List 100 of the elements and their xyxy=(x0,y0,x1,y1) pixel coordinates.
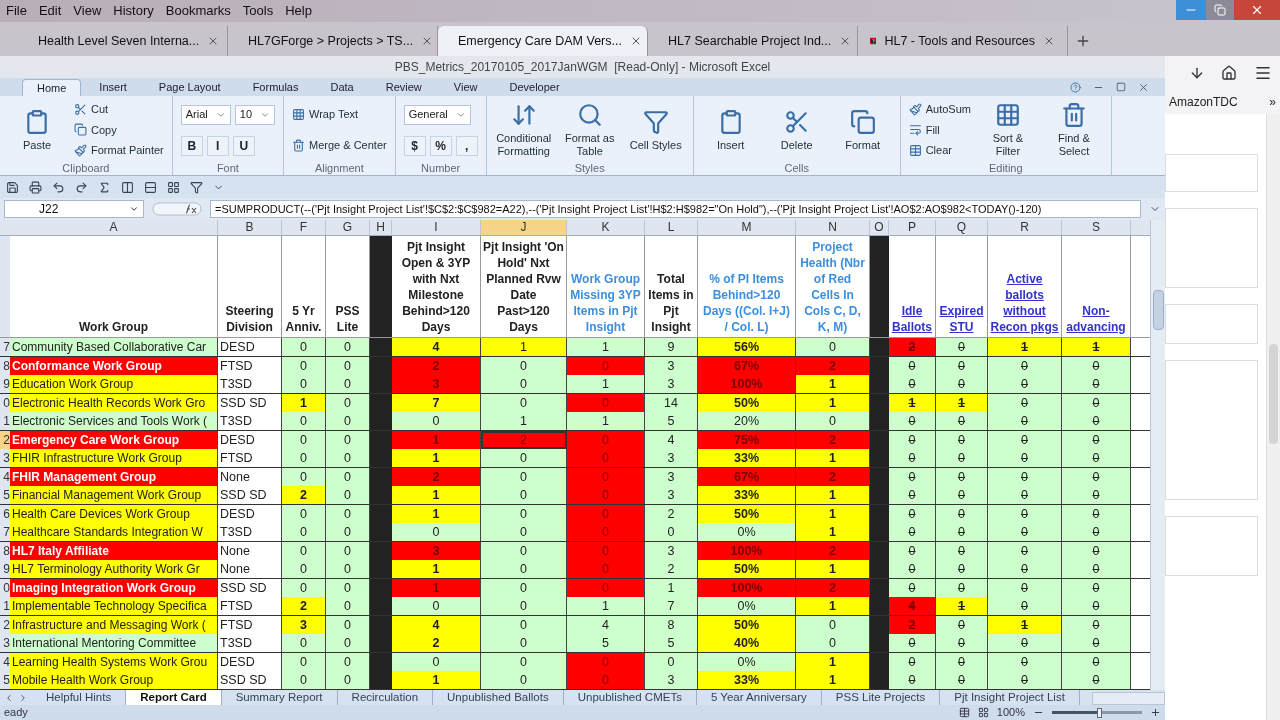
table-cell[interactable] xyxy=(370,375,392,393)
table-cell[interactable]: 0 xyxy=(282,375,326,393)
menu-item[interactable]: History xyxy=(107,1,160,21)
row-header[interactable]: 2 xyxy=(0,430,10,449)
ribbon-button[interactable]: Fill xyxy=(908,121,940,139)
table-cell[interactable]: 0 xyxy=(282,338,326,356)
function-icon[interactable] xyxy=(152,201,202,217)
currency-style-button[interactable]: % xyxy=(429,135,452,156)
bookmark[interactable]: » xyxy=(1269,93,1276,111)
table-cell[interactable]: 0 xyxy=(481,634,567,652)
dropdown-field[interactable]: 10 xyxy=(234,104,275,125)
currency-style-button[interactable]: $ xyxy=(403,135,426,156)
text-area[interactable] xyxy=(1165,154,1258,192)
minimize-button[interactable] xyxy=(1176,0,1206,20)
table-cell[interactable]: T3SD xyxy=(218,523,282,541)
table-cell[interactable]: 5 xyxy=(645,412,698,430)
table-cell[interactable]: 0 xyxy=(326,412,370,430)
text-area[interactable] xyxy=(1165,360,1258,500)
table-cell[interactable]: 0 xyxy=(326,486,370,504)
undo-icon[interactable] xyxy=(52,180,65,194)
printer-icon[interactable] xyxy=(29,180,42,194)
table-cell[interactable]: Mobile Health Work Group xyxy=(10,671,218,689)
table-cell[interactable]: 0 xyxy=(282,523,326,541)
table-cell[interactable]: HL7 Terminology Authority Work Gr xyxy=(10,560,218,578)
sum-icon[interactable] xyxy=(98,180,111,194)
column-letter[interactable]: Q xyxy=(936,220,988,235)
ribbon-tab[interactable]: View xyxy=(439,79,492,96)
ribbon-button[interactable]: Merge & Center xyxy=(292,136,387,155)
table-cell[interactable] xyxy=(370,486,392,504)
table-cell[interactable] xyxy=(870,449,889,467)
ribbon-button[interactable]: Format Painter xyxy=(74,141,164,160)
ribbon-tab[interactable]: Insert xyxy=(85,79,141,96)
ribbon-button[interactable]: Sort & Filter xyxy=(978,102,1037,158)
menu-item[interactable]: Bookmarks xyxy=(159,1,237,21)
table-cell[interactable]: 0 xyxy=(988,523,1062,541)
table-cell[interactable]: 0 xyxy=(988,671,1062,689)
table-cell[interactable]: 2 xyxy=(392,634,481,652)
table-cell[interactable]: 0 xyxy=(1062,375,1131,393)
column-letter[interactable]: N xyxy=(796,220,870,235)
grid-icon[interactable] xyxy=(167,180,180,194)
table-cell[interactable] xyxy=(370,560,392,578)
table-cell[interactable]: 5 xyxy=(567,634,645,652)
table-cell[interactable]: Electronic Services and Tools Work ( xyxy=(10,412,218,430)
vertical-scrollbar[interactable] xyxy=(1150,220,1165,690)
table-cell[interactable]: 0 xyxy=(936,412,988,430)
ribbon-button[interactable]: Clear xyxy=(908,141,952,160)
table-cell[interactable]: 1 xyxy=(481,412,567,430)
table-cell[interactable] xyxy=(870,671,889,689)
bookmark[interactable]: AmazonTDC xyxy=(1169,93,1238,111)
table-cell[interactable]: DESD xyxy=(218,338,282,356)
layout-view-icon[interactable] xyxy=(977,707,989,718)
text-area[interactable] xyxy=(1165,208,1258,288)
column-letter[interactable]: G xyxy=(326,220,370,235)
table-cell[interactable]: Education Work Group xyxy=(10,375,218,393)
filter-icon[interactable] xyxy=(190,180,203,194)
table-cell[interactable] xyxy=(370,338,392,356)
table-cell[interactable] xyxy=(1131,634,1150,652)
table-cell[interactable] xyxy=(1131,671,1150,689)
table-cell[interactable]: 1 xyxy=(796,449,870,467)
table-cell[interactable]: 1 xyxy=(796,375,870,393)
table-cell[interactable]: 0% xyxy=(698,597,796,615)
dropdown-field[interactable]: Arial xyxy=(180,104,231,125)
table-cell[interactable]: 0 xyxy=(889,560,936,578)
vertical-scrollbar[interactable] xyxy=(1266,114,1280,720)
table-cell[interactable]: 0 xyxy=(936,375,988,393)
ribbon-button[interactable]: Cell Styles xyxy=(626,108,685,152)
ribbon-button[interactable]: Format as Table xyxy=(560,102,619,158)
table-cell[interactable]: 0 xyxy=(1062,412,1131,430)
table-cell[interactable]: 0 xyxy=(392,597,481,615)
table-cell[interactable]: 0 xyxy=(326,671,370,689)
menu-icon[interactable] xyxy=(1253,64,1272,82)
restore-button[interactable] xyxy=(1206,0,1234,20)
table-cell[interactable] xyxy=(1131,412,1150,430)
table-cell[interactable]: 2 xyxy=(282,486,326,504)
table-cell[interactable]: 0 xyxy=(889,486,936,504)
close-button[interactable] xyxy=(1234,0,1280,20)
ribbon-tab[interactable]: Formulas xyxy=(238,79,313,96)
ribbon-button[interactable]: Paste xyxy=(8,108,66,152)
zoom-in-icon[interactable] xyxy=(1150,707,1161,718)
table-cell[interactable]: Implementable Technology Specifica xyxy=(10,597,218,615)
column-letter[interactable]: J xyxy=(481,220,567,235)
normal-view-icon[interactable] xyxy=(958,707,970,718)
table-cell[interactable]: 0 xyxy=(282,560,326,578)
close-icon[interactable] xyxy=(1043,35,1055,47)
table-cell[interactable]: 0 xyxy=(481,560,567,578)
name-box[interactable]: J22 xyxy=(4,200,144,218)
table-cell[interactable] xyxy=(1131,523,1150,541)
table-cell[interactable]: 9 xyxy=(645,338,698,356)
table-cell[interactable]: 0 xyxy=(326,375,370,393)
table-cell[interactable]: Financial Management Work Group xyxy=(10,486,218,504)
table-cell[interactable]: 0 xyxy=(889,523,936,541)
column-letter[interactable]: S xyxy=(1062,220,1131,235)
menu-item[interactable]: Edit xyxy=(32,1,68,21)
ribbon-button[interactable]: Insert xyxy=(701,108,760,152)
menu-item[interactable]: File xyxy=(0,1,33,21)
table-cell[interactable] xyxy=(870,412,889,430)
column-letter[interactable]: F xyxy=(282,220,326,235)
table-cell[interactable]: 1 xyxy=(392,486,481,504)
text-style-button[interactable]: U xyxy=(232,135,255,156)
table-cell[interactable]: 0 xyxy=(1062,449,1131,467)
